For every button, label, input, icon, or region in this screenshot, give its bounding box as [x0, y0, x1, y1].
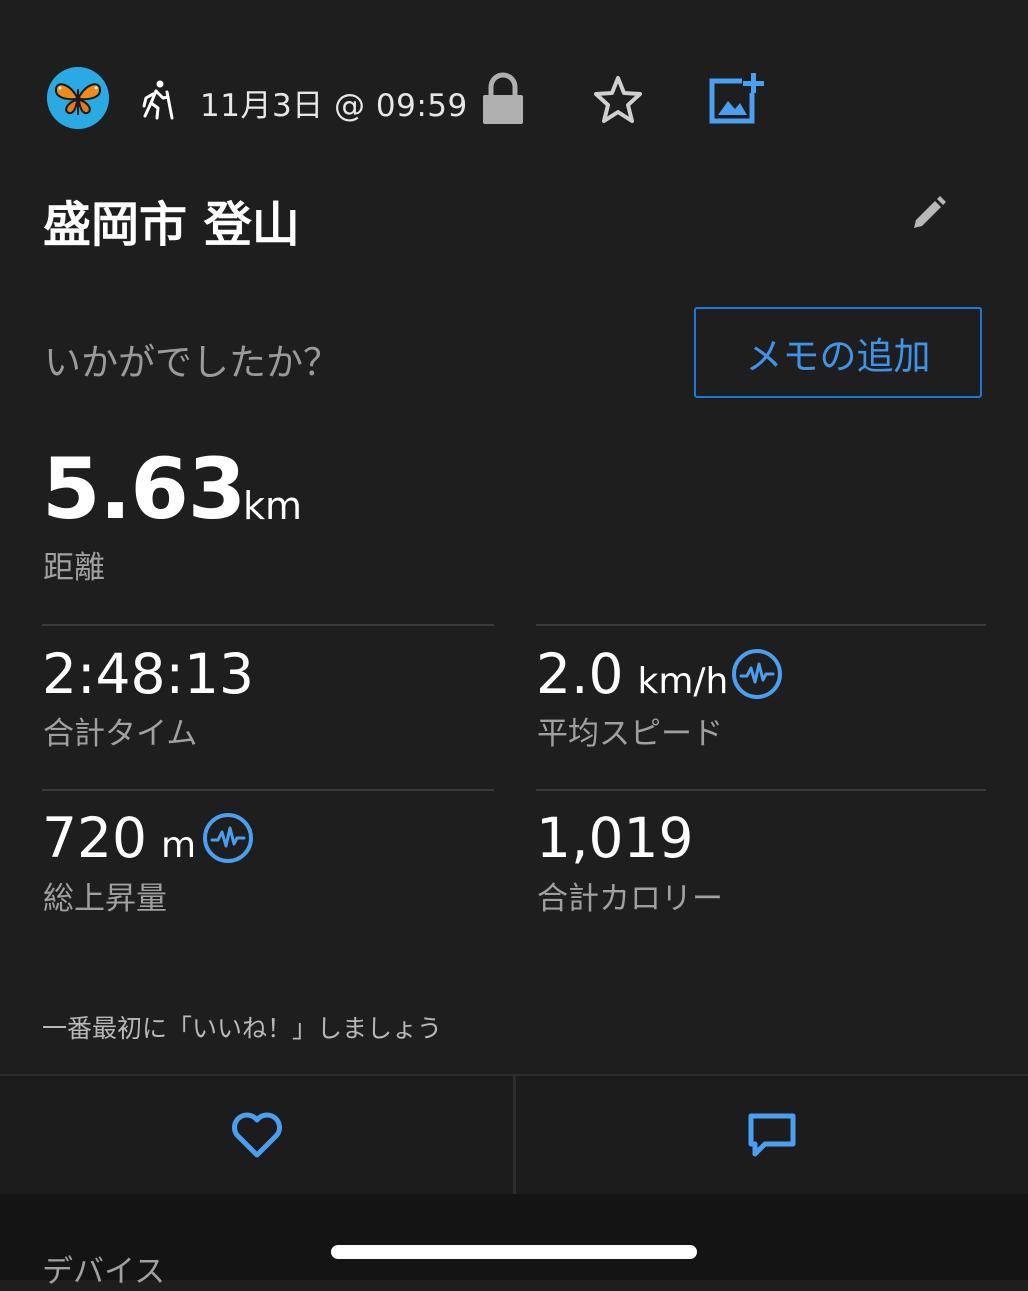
- comment-icon: [748, 1113, 796, 1157]
- avatar[interactable]: [47, 67, 109, 129]
- notes-prompt: いかがでしたか？: [44, 341, 340, 384]
- comment-button[interactable]: [516, 1076, 1028, 1194]
- stat-value: 1,019: [536, 806, 694, 870]
- stat-unit: km/h: [637, 661, 729, 702]
- add-photo-icon[interactable]: [706, 71, 764, 125]
- lock-icon[interactable]: [480, 72, 526, 126]
- stat-value: 2:48:13: [42, 642, 255, 706]
- stat-label: 平均スピード: [537, 716, 723, 752]
- activity-title: 盛岡市 登山: [43, 197, 300, 253]
- stat-label: 総上昇量: [43, 881, 167, 917]
- home-indicator[interactable]: [331, 1245, 697, 1259]
- divider: [536, 789, 986, 791]
- distance-unit: km: [243, 484, 303, 528]
- hiking-icon: [136, 78, 176, 120]
- stat-label: 合計タイム: [43, 716, 198, 752]
- stat-unit: m: [160, 825, 197, 866]
- distance-value: 5.63: [42, 440, 246, 538]
- butterfly-avatar-icon: [47, 67, 109, 129]
- stat-total-time[interactable]: 2:48:13: [42, 642, 254, 706]
- divider: [42, 624, 494, 626]
- stat-label: 合計カロリー: [537, 881, 723, 917]
- stat-avg-speed[interactable]: 2.0 km/h: [536, 642, 728, 706]
- activity-datetime: 11月3日 @ 09:59: [200, 88, 468, 124]
- pencil-icon[interactable]: [908, 194, 948, 234]
- stat-value: 2.0: [536, 642, 624, 706]
- device-section-title: デバイス: [42, 1254, 166, 1290]
- pulse-icon[interactable]: [201, 811, 255, 865]
- distance-label: 距離: [43, 550, 105, 586]
- add-memo-button[interactable]: メモの追加: [694, 307, 982, 398]
- heart-icon: [231, 1112, 282, 1158]
- divider: [42, 789, 494, 791]
- star-icon[interactable]: [591, 74, 645, 126]
- like-hint: 一番最初に「いいね！」しましょう: [42, 1014, 443, 1043]
- stat-total-ascent[interactable]: 720 m: [42, 806, 196, 870]
- pulse-icon[interactable]: [730, 647, 784, 701]
- like-button[interactable]: [0, 1076, 513, 1194]
- stat-value: 720: [42, 806, 147, 870]
- divider: [536, 624, 986, 626]
- stat-total-calories[interactable]: 1,019: [536, 806, 693, 870]
